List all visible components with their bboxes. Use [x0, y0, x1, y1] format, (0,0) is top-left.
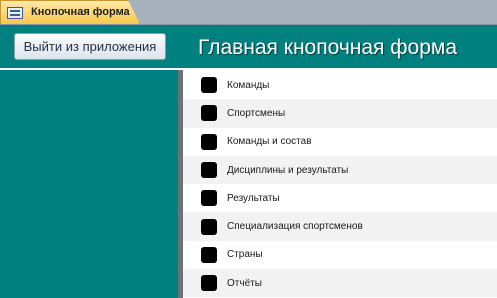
- menu-item-label: Результаты: [227, 192, 280, 204]
- menu-item-teams-roster[interactable]: Команды и состав: [183, 127, 497, 156]
- switchboard-menu: Команды Спортсмены Команды и состав Дисц…: [183, 71, 497, 298]
- menu-button-icon[interactable]: [201, 133, 217, 150]
- document-tab-bar: Кнопочная форма: [0, 0, 497, 25]
- menu-button-icon[interactable]: [201, 246, 217, 263]
- menu-button-icon[interactable]: [201, 105, 217, 122]
- menu-item-disciplines-results[interactable]: Дисциплины и результаты: [183, 155, 497, 185]
- menu-button-icon[interactable]: [201, 190, 217, 207]
- menu-item-athletes[interactable]: Спортсмены: [183, 99, 497, 128]
- menu-item-reports[interactable]: Отчёты: [183, 269, 497, 298]
- menu-button-icon[interactable]: [201, 77, 217, 94]
- menu-item-label: Команды: [227, 79, 270, 91]
- menu-item-label: Спортсмены: [227, 107, 286, 119]
- form-icon: [7, 7, 23, 19]
- menu-button-icon[interactable]: [201, 162, 217, 179]
- form-header: Выйти из приложения Главная кнопочная фо…: [0, 25, 497, 68]
- tab-switchboard-form[interactable]: Кнопочная форма: [0, 0, 140, 24]
- page-title: Главная кнопочная форма: [198, 36, 457, 59]
- menu-item-label: Специализация спортсменов: [227, 221, 363, 233]
- menu-item-label: Команды и состав: [227, 136, 312, 148]
- menu-item-label: Дисциплины и результаты: [227, 164, 349, 176]
- menu-item-results[interactable]: Результаты: [183, 184, 497, 213]
- menu-item-label: Страны: [227, 249, 263, 261]
- menu-button-icon[interactable]: [201, 218, 217, 235]
- menu-button-icon[interactable]: [201, 275, 217, 292]
- exit-application-button[interactable]: Выйти из приложения: [14, 33, 166, 60]
- tab-label: Кнопочная форма: [31, 6, 130, 18]
- menu-item-athlete-specialization[interactable]: Специализация спортсменов: [183, 212, 497, 241]
- left-panel: [0, 70, 178, 298]
- menu-item-teams[interactable]: Команды: [183, 71, 497, 100]
- menu-item-label: Отчёты: [227, 277, 262, 289]
- menu-item-countries[interactable]: Страны: [183, 240, 497, 270]
